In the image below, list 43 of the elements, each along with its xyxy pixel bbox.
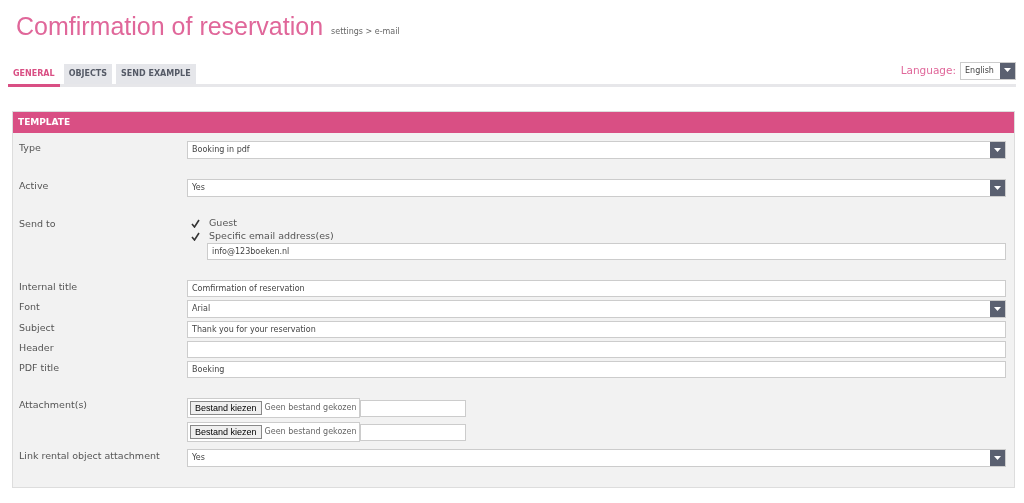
field-label: Active [18,179,50,193]
field-label: Subject [18,321,56,335]
select-field[interactable]: Yes [187,179,1006,197]
input-field[interactable]: Comfirmation of reservation [187,280,1006,297]
file-field[interactable]: Bestand kiezen Geen bestand gekozen [187,398,360,418]
field-label: Attachment(s) [18,398,89,412]
field-label: Type [18,141,42,155]
field-label: Link rental object attachment [18,449,161,463]
field-label: PDF title [18,361,61,375]
input-field[interactable] [359,399,466,417]
dropdown-caret-icon[interactable] [990,301,1005,317]
field-label: Internal title [18,280,79,294]
select-field[interactable]: Yes [187,449,1006,467]
input-field[interactable] [187,341,1006,358]
dropdown-caret-icon[interactable] [990,180,1005,196]
choose-file-button[interactable]: Bestand kiezen [190,424,262,440]
file-field[interactable]: Bestand kiezen Geen bestand gekozen [187,422,360,442]
select-field[interactable]: Booking in pdf [187,141,1006,159]
dropdown-caret-icon[interactable] [990,450,1005,466]
field-label: Header [18,341,55,355]
field-label: Font [18,300,41,314]
tab[interactable]: OBJECTS [63,63,113,84]
tab[interactable]: SEND EXAMPLE [116,63,196,84]
select-field[interactable]: Arial [187,300,1006,318]
panel-header: TEMPLATE [13,111,1014,133]
dropdown-caret-icon[interactable] [990,142,1005,158]
choose-file-button[interactable]: Bestand kiezen [190,400,262,416]
file-status-text: Geen bestand gekozen [264,426,357,438]
language-select[interactable]: English [960,61,1016,80]
page-title: Comfirmation of reservation [16,11,324,42]
input-field[interactable] [359,423,466,441]
checkbox-label: Specific email address(es) [209,229,334,244]
input-field[interactable]: Boeking [187,361,1006,378]
input-field[interactable]: info@123boeken.nl [207,243,1006,260]
checkbox-label: Guest [209,216,237,231]
checkbox[interactable] [191,231,201,242]
field-label: Send to [18,217,57,231]
language-label: Language: [900,62,956,78]
file-status-text: Geen bestand gekozen [264,402,357,414]
breadcrumb-text: settings > e-mail [331,25,400,38]
checkbox[interactable] [191,218,201,229]
dropdown-caret-icon[interactable] [1000,62,1015,79]
input-field[interactable]: Thank you for your reservation [187,321,1006,338]
